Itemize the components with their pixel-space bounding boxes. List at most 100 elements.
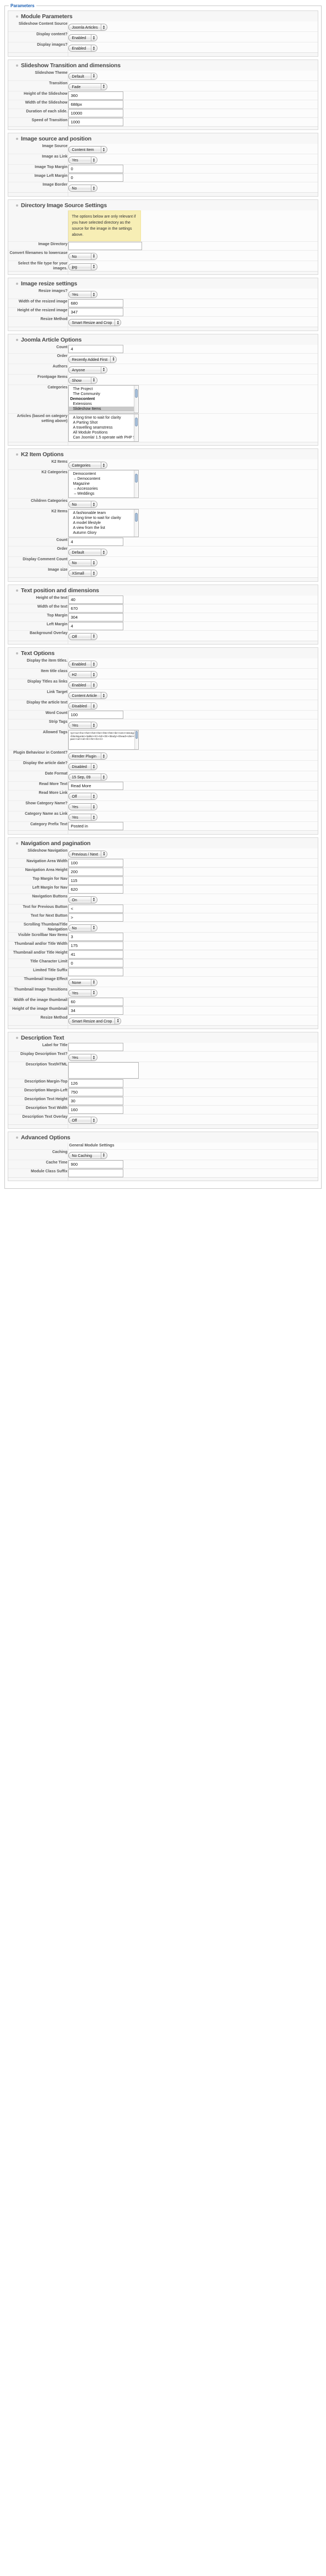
select-k2-items[interactable]: Categories ▲ ▼: [68, 462, 107, 469]
input-description-text-height[interactable]: 30: [68, 1097, 123, 1105]
select-display-the-article-text[interactable]: Disabled ▲ ▼: [68, 702, 97, 710]
select-link-target[interactable]: Content Article ▲ ▼: [68, 692, 107, 699]
chevron-updown-icon[interactable]: ▲ ▼: [100, 774, 107, 780]
select-select-the-file-type-for-your-images[interactable]: jpg ▲ ▼: [68, 263, 97, 270]
scrollbar-thumb[interactable]: [134, 513, 138, 522]
input-width-of-the-slideshow[interactable]: 688px: [68, 100, 123, 109]
scrollbar-thumb[interactable]: [134, 388, 138, 398]
list-item[interactable]: Autumn Glory: [69, 531, 138, 535]
select-slideshow-theme[interactable]: Default ▲ ▼: [68, 72, 97, 80]
panel-header[interactable]: Advanced Options: [8, 1132, 318, 1143]
panel-header[interactable]: Directory Image Source Settings: [8, 200, 318, 210]
listbox-scrollbar[interactable]: [133, 470, 138, 497]
input-thumbnail-and-or-title-height[interactable]: 41: [68, 950, 123, 959]
select-order[interactable]: Default ▲ ▼: [68, 549, 107, 556]
select-read-more-link[interactable]: Off ▲ ▼: [68, 793, 97, 800]
scrollbar-thumb[interactable]: [134, 474, 138, 483]
chevron-updown-icon[interactable]: ▲ ▼: [90, 45, 97, 51]
panel-header[interactable]: Navigation and pagination: [8, 838, 318, 848]
scrollbar-thumb[interactable]: [135, 731, 138, 739]
chevron-updown-icon[interactable]: ▲ ▼: [90, 253, 97, 259]
input-thumbnail-and-or-title-width[interactable]: 175: [68, 941, 123, 950]
input-description-margin-top[interactable]: 126: [68, 1079, 123, 1087]
input-label-for-title[interactable]: [68, 1043, 123, 1051]
input-left-margin[interactable]: 4: [68, 621, 123, 630]
input-category-prefix-text[interactable]: Posted in: [68, 822, 123, 830]
select-navigation-buttons[interactable]: On ▲ ▼: [68, 896, 97, 903]
input-read-more-text[interactable]: Read More: [68, 782, 123, 790]
chevron-updown-icon[interactable]: ▲ ▼: [100, 753, 107, 759]
select-scrolling-thumbnaititle-navigation[interactable]: No ▲ ▼: [68, 924, 97, 932]
list-item[interactable]: A fashionable team: [69, 511, 138, 516]
select-transition[interactable]: Fade ▲ ▼: [68, 83, 107, 90]
list-item[interactable]: A view from the list: [69, 526, 138, 531]
list-item[interactable]: A long time to wait for clarity: [69, 415, 138, 420]
chevron-updown-icon[interactable]: ▲ ▼: [90, 560, 97, 566]
list-item[interactable]: Magazine: [69, 481, 138, 486]
input-image-top-margin[interactable]: 0: [68, 165, 123, 173]
listbox-categories[interactable]: The Project The Community Democontent Exten…: [68, 385, 139, 413]
listbox-articles-based-on-category-setting-above[interactable]: A long time to wait for clarity A Parting…: [68, 413, 139, 442]
list-item[interactable]: A Parting Shot: [69, 420, 138, 425]
input-speed-of-transition[interactable]: 1000: [68, 117, 123, 126]
panel-header[interactable]: Text position and dimensions: [8, 585, 318, 596]
input-text-for-previous-button[interactable]: <: [68, 904, 123, 913]
input-visible-scrollbar-nav-items[interactable]: 3: [68, 932, 123, 941]
select-thumbnail-image-effect[interactable]: None ▲ ▼: [68, 978, 97, 986]
select-background-overlay[interactable]: Off ▲ ▼: [68, 632, 97, 640]
chevron-updown-icon[interactable]: ▲ ▼: [90, 722, 97, 728]
select-image-size[interactable]: XSmall ▲ ▼: [68, 570, 97, 577]
input-description-margin-left[interactable]: 750: [68, 1088, 123, 1096]
panel-header[interactable]: K2 Item Options: [8, 449, 318, 459]
input-height-of-the-text[interactable]: 40: [68, 595, 123, 604]
chevron-updown-icon[interactable]: ▲ ▼: [90, 804, 97, 810]
chevron-updown-icon[interactable]: ▲ ▼: [90, 501, 97, 507]
listbox-scrollbar[interactable]: [133, 385, 138, 413]
list-item[interactable]: A travelling seamstress: [69, 425, 138, 430]
chevron-updown-icon[interactable]: ▲ ▼: [90, 263, 97, 270]
input-height-of-the-slideshow[interactable]: 360: [68, 91, 123, 100]
input-top-margin[interactable]: 304: [68, 613, 123, 621]
chevron-updown-icon[interactable]: ▲ ▼: [100, 549, 107, 555]
select-slideshow-navigation[interactable]: Previous / Next ▲ ▼: [68, 850, 107, 858]
select-strip-tags[interactable]: Yes ▲ ▼: [68, 722, 97, 729]
input-left-margin-for-nav[interactable]: 620: [68, 885, 123, 894]
chevron-updown-icon[interactable]: ▲ ▼: [100, 462, 107, 468]
select-display-the-article-date[interactable]: Disabled ▲ ▼: [68, 763, 97, 770]
chevron-updown-icon[interactable]: ▲ ▼: [90, 682, 97, 688]
chevron-updown-icon[interactable]: ▲ ▼: [90, 896, 97, 903]
select-category-name-as-link[interactable]: Yes ▲ ▼: [68, 814, 97, 821]
input-height-of-the-resized-image[interactable]: 347: [68, 308, 123, 316]
chevron-updown-icon[interactable]: ▲ ▼: [90, 185, 97, 191]
input-module-class-suffix[interactable]: [68, 1168, 123, 1177]
chevron-updown-icon[interactable]: ▲ ▼: [90, 661, 97, 667]
chevron-updown-icon[interactable]: ▲ ▼: [110, 356, 117, 362]
input-count[interactable]: 4: [68, 344, 123, 353]
listbox-scrollbar[interactable]: [133, 510, 138, 537]
textarea-allowed-tags[interactable]: <p><a><h1><h2><h3><h4><h5><h6><br><em><s…: [68, 730, 139, 750]
select-display-the-item-titles[interactable]: Enabled ▲ ▼: [68, 661, 97, 668]
input-navigation-area-width[interactable]: 100: [68, 858, 123, 867]
select-display-content[interactable]: Enabled ▲ ▼: [68, 34, 97, 41]
chevron-updown-icon[interactable]: ▲ ▼: [90, 979, 97, 986]
select-order[interactable]: Recently Added First ▲ ▼: [68, 355, 117, 363]
list-item[interactable]: The Project: [69, 387, 138, 392]
input-top-margin-for-nav[interactable]: 115: [68, 876, 123, 885]
input-description-text-width[interactable]: 160: [68, 1106, 123, 1114]
input-width-of-the-text[interactable]: 670: [68, 604, 123, 613]
select-slideshow-content-source[interactable]: Joomla Articles ▲ ▼: [68, 24, 107, 31]
listbox-scrollbar[interactable]: [133, 414, 138, 441]
chevron-updown-icon[interactable]: ▲ ▼: [90, 924, 97, 931]
select-date-format[interactable]: 15 Sep, 09 ▲ ▼: [68, 773, 107, 781]
select-frontpage-items[interactable]: Show ▲ ▼: [68, 376, 97, 384]
chevron-updown-icon[interactable]: ▲ ▼: [100, 147, 107, 153]
chevron-updown-icon[interactable]: ▲ ▼: [90, 377, 97, 383]
input-height-of-the-image-thumbnail[interactable]: 34: [68, 1006, 123, 1015]
select-children-categories[interactable]: No ▲ ▼: [68, 501, 97, 508]
list-item[interactable]: – Democontent: [69, 477, 138, 481]
panel-header[interactable]: Joomla Article Options: [8, 334, 318, 345]
chevron-updown-icon[interactable]: ▲ ▼: [90, 989, 97, 996]
select-image-source[interactable]: Content Item ▲ ▼: [68, 146, 107, 153]
list-item[interactable]: Democontent: [69, 472, 138, 477]
panel-header[interactable]: Image resize settings: [8, 278, 318, 289]
